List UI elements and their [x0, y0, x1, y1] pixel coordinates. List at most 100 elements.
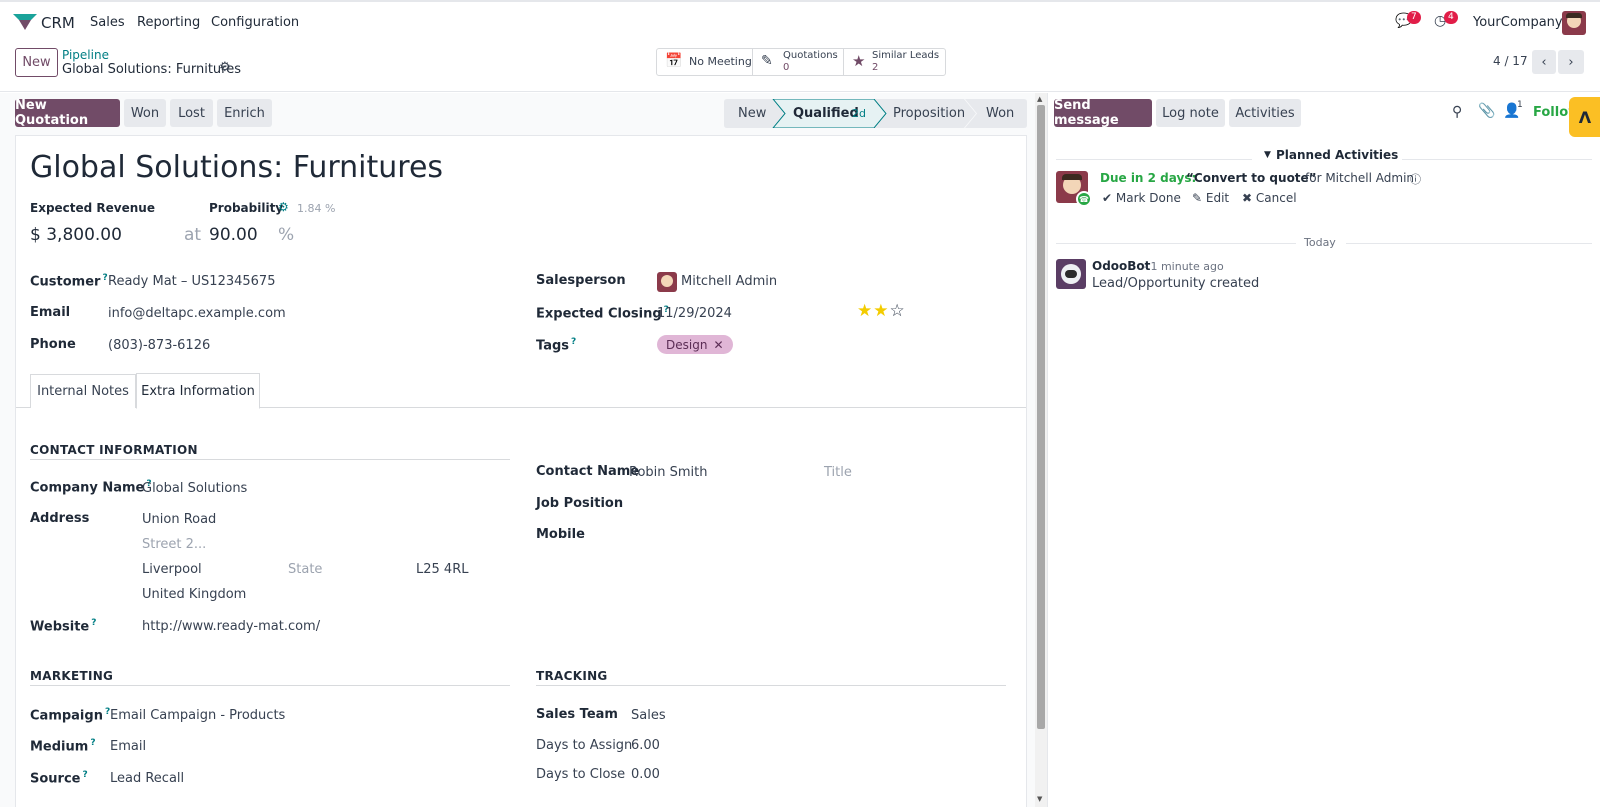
expected-revenue-input[interactable]: $ 3,800.00: [30, 225, 122, 245]
lost-button[interactable]: Lost: [170, 99, 213, 127]
probability-input[interactable]: 90.00: [209, 225, 258, 245]
breadcrumb-pipeline[interactable]: Pipeline: [62, 48, 109, 62]
new-quotation-button[interactable]: New Quotation: [15, 98, 120, 128]
crm-logo-icon[interactable]: [13, 14, 37, 30]
days-to-assign-field: 6.00: [631, 738, 660, 753]
contact-name-label: Contact Name: [536, 464, 640, 479]
medium-label: Medium?: [30, 738, 96, 755]
company-name-field[interactable]: Global Solutions: [142, 481, 247, 496]
planned-divider-right: [1402, 159, 1592, 160]
street-field[interactable]: Union Road: [142, 512, 216, 527]
new-button[interactable]: New: [15, 48, 58, 77]
star-filled-icon[interactable]: ★: [873, 301, 889, 321]
pencil-square-icon: ✎: [761, 53, 773, 69]
tab-extra-information[interactable]: Extra Information: [136, 373, 260, 409]
expected-closing-field[interactable]: 11/29/2024: [657, 306, 732, 321]
zip-field[interactable]: L25 4RL: [416, 562, 468, 577]
stage-qualified-duration: 2d: [852, 107, 866, 120]
assistant-floating-button[interactable]: Λ: [1569, 97, 1600, 137]
record-settings-gear-icon[interactable]: ⚙: [219, 60, 231, 75]
app-name[interactable]: CRM: [41, 14, 75, 32]
email-field[interactable]: info@deltapc.example.com: [108, 306, 286, 321]
pager-value[interactable]: 4 / 17: [1493, 54, 1528, 68]
activity-info-icon[interactable]: ⓘ: [1410, 171, 1421, 187]
chatter-search-icon[interactable]: ⚲: [1452, 104, 1462, 120]
campaign-field[interactable]: Email Campaign - Products: [110, 708, 285, 723]
expected-closing-label: Expected Closing?: [536, 305, 669, 322]
star-empty-icon[interactable]: ☆: [890, 301, 906, 321]
days-to-assign-label: Days to Assign: [536, 738, 633, 753]
menu-sales[interactable]: Sales: [90, 15, 125, 30]
form-scrollbar[interactable]: ▲ ▼: [1035, 93, 1047, 807]
stage-qualified[interactable]: Qualified: [793, 106, 859, 121]
probability-gear-icon[interactable]: ⚙: [278, 200, 289, 214]
scroll-up-arrow-icon[interactable]: ▲: [1037, 95, 1042, 103]
message-author[interactable]: OdooBot: [1092, 259, 1150, 273]
section-divider: [30, 685, 510, 686]
contact-title-field[interactable]: Title: [824, 465, 852, 480]
similar-leads-count: 2: [872, 62, 879, 73]
phone-field[interactable]: (803)-873-6126: [108, 338, 210, 353]
marketing-title: MARKETING: [30, 669, 114, 683]
lead-title[interactable]: Global Solutions: Furnitures: [30, 150, 443, 185]
mark-done-button[interactable]: ✔ Mark Done: [1102, 191, 1181, 205]
website-field[interactable]: http://www.ready-mat.com/: [142, 619, 320, 634]
activity-assignee: for Mitchell Admin: [1305, 171, 1415, 185]
tag-remove-icon[interactable]: ✕: [713, 338, 723, 352]
customer-field[interactable]: Ready Mat – US12345675: [108, 274, 275, 289]
stage-proposition[interactable]: Proposition: [893, 106, 965, 121]
scrollbar-thumb[interactable]: [1037, 105, 1045, 729]
meeting-label: No Meeting: [689, 55, 752, 68]
quotations-smart-button[interactable]: ✎ Quotations 0: [753, 49, 844, 75]
send-message-button[interactable]: Send message: [1054, 98, 1152, 128]
source-field[interactable]: Lead Recall: [110, 771, 184, 786]
contact-name-field[interactable]: Robin Smith: [629, 465, 708, 480]
edit-label: Edit: [1205, 191, 1230, 205]
mobile-field[interactable]: [629, 525, 1009, 545]
meeting-smart-button[interactable]: 📅 No Meeting: [657, 49, 753, 75]
job-position-label: Job Position: [536, 496, 624, 511]
country-field[interactable]: United Kingdom: [142, 587, 246, 602]
stage-new[interactable]: New: [738, 106, 766, 121]
menu-configuration[interactable]: Configuration: [211, 15, 299, 30]
phone-activity-icon: ☎: [1076, 191, 1092, 207]
enrich-button[interactable]: Enrich: [217, 99, 272, 127]
message-body: Lead/Opportunity created: [1092, 276, 1260, 291]
medium-field[interactable]: Email: [110, 739, 146, 754]
edit-activity-button[interactable]: ✎ Edit: [1192, 191, 1229, 205]
state-field[interactable]: State: [288, 562, 322, 577]
cancel-activity-button[interactable]: ✖ Cancel: [1242, 191, 1297, 205]
salesperson-field[interactable]: Mitchell Admin: [681, 274, 777, 289]
user-avatar[interactable]: [1562, 11, 1586, 35]
won-button[interactable]: Won: [124, 99, 166, 127]
caret-down-icon[interactable]: ▼: [1264, 150, 1271, 160]
stage-won[interactable]: Won: [986, 106, 1014, 121]
star-filled-icon[interactable]: ★: [857, 301, 873, 321]
city-field[interactable]: Liverpool: [142, 562, 202, 577]
pager-previous-button[interactable]: ‹: [1532, 50, 1556, 74]
contact-information-title: CONTACT INFORMATION: [30, 443, 198, 457]
job-position-field[interactable]: [629, 494, 1009, 514]
scroll-down-arrow-icon[interactable]: ▼: [1037, 795, 1042, 803]
priority-stars[interactable]: ★★☆: [857, 301, 906, 321]
form-view: New Quotation Won Lost Enrich New Qualif…: [0, 93, 1047, 807]
planned-activities-toggle[interactable]: Planned Activities: [1276, 148, 1398, 162]
menu-reporting[interactable]: Reporting: [137, 15, 200, 30]
pencil-icon: ✎: [1192, 191, 1203, 205]
planned-divider-left: [1056, 159, 1252, 160]
activity-due: Due in 2 days:: [1100, 171, 1197, 185]
street2-field[interactable]: Street 2...: [142, 537, 206, 552]
x-icon: ✖: [1242, 191, 1253, 205]
company-switcher[interactable]: YourCompany: [1473, 15, 1563, 30]
mobile-label: Mobile: [536, 527, 585, 542]
days-to-close-label: Days to Close: [536, 767, 626, 782]
followers-count: 1: [1517, 100, 1523, 110]
log-note-button[interactable]: Log note: [1156, 99, 1225, 127]
pager-next-button[interactable]: ›: [1558, 50, 1584, 74]
activities-button[interactable]: Activities: [1229, 99, 1301, 127]
attachments-paperclip-icon[interactable]: 📎: [1478, 103, 1495, 119]
similar-leads-smart-button[interactable]: ★ Similar Leads 2: [844, 49, 945, 75]
tag-design[interactable]: Design ✕: [657, 335, 733, 354]
tab-internal-notes[interactable]: Internal Notes: [30, 374, 136, 408]
sales-team-field[interactable]: Sales: [631, 708, 666, 723]
